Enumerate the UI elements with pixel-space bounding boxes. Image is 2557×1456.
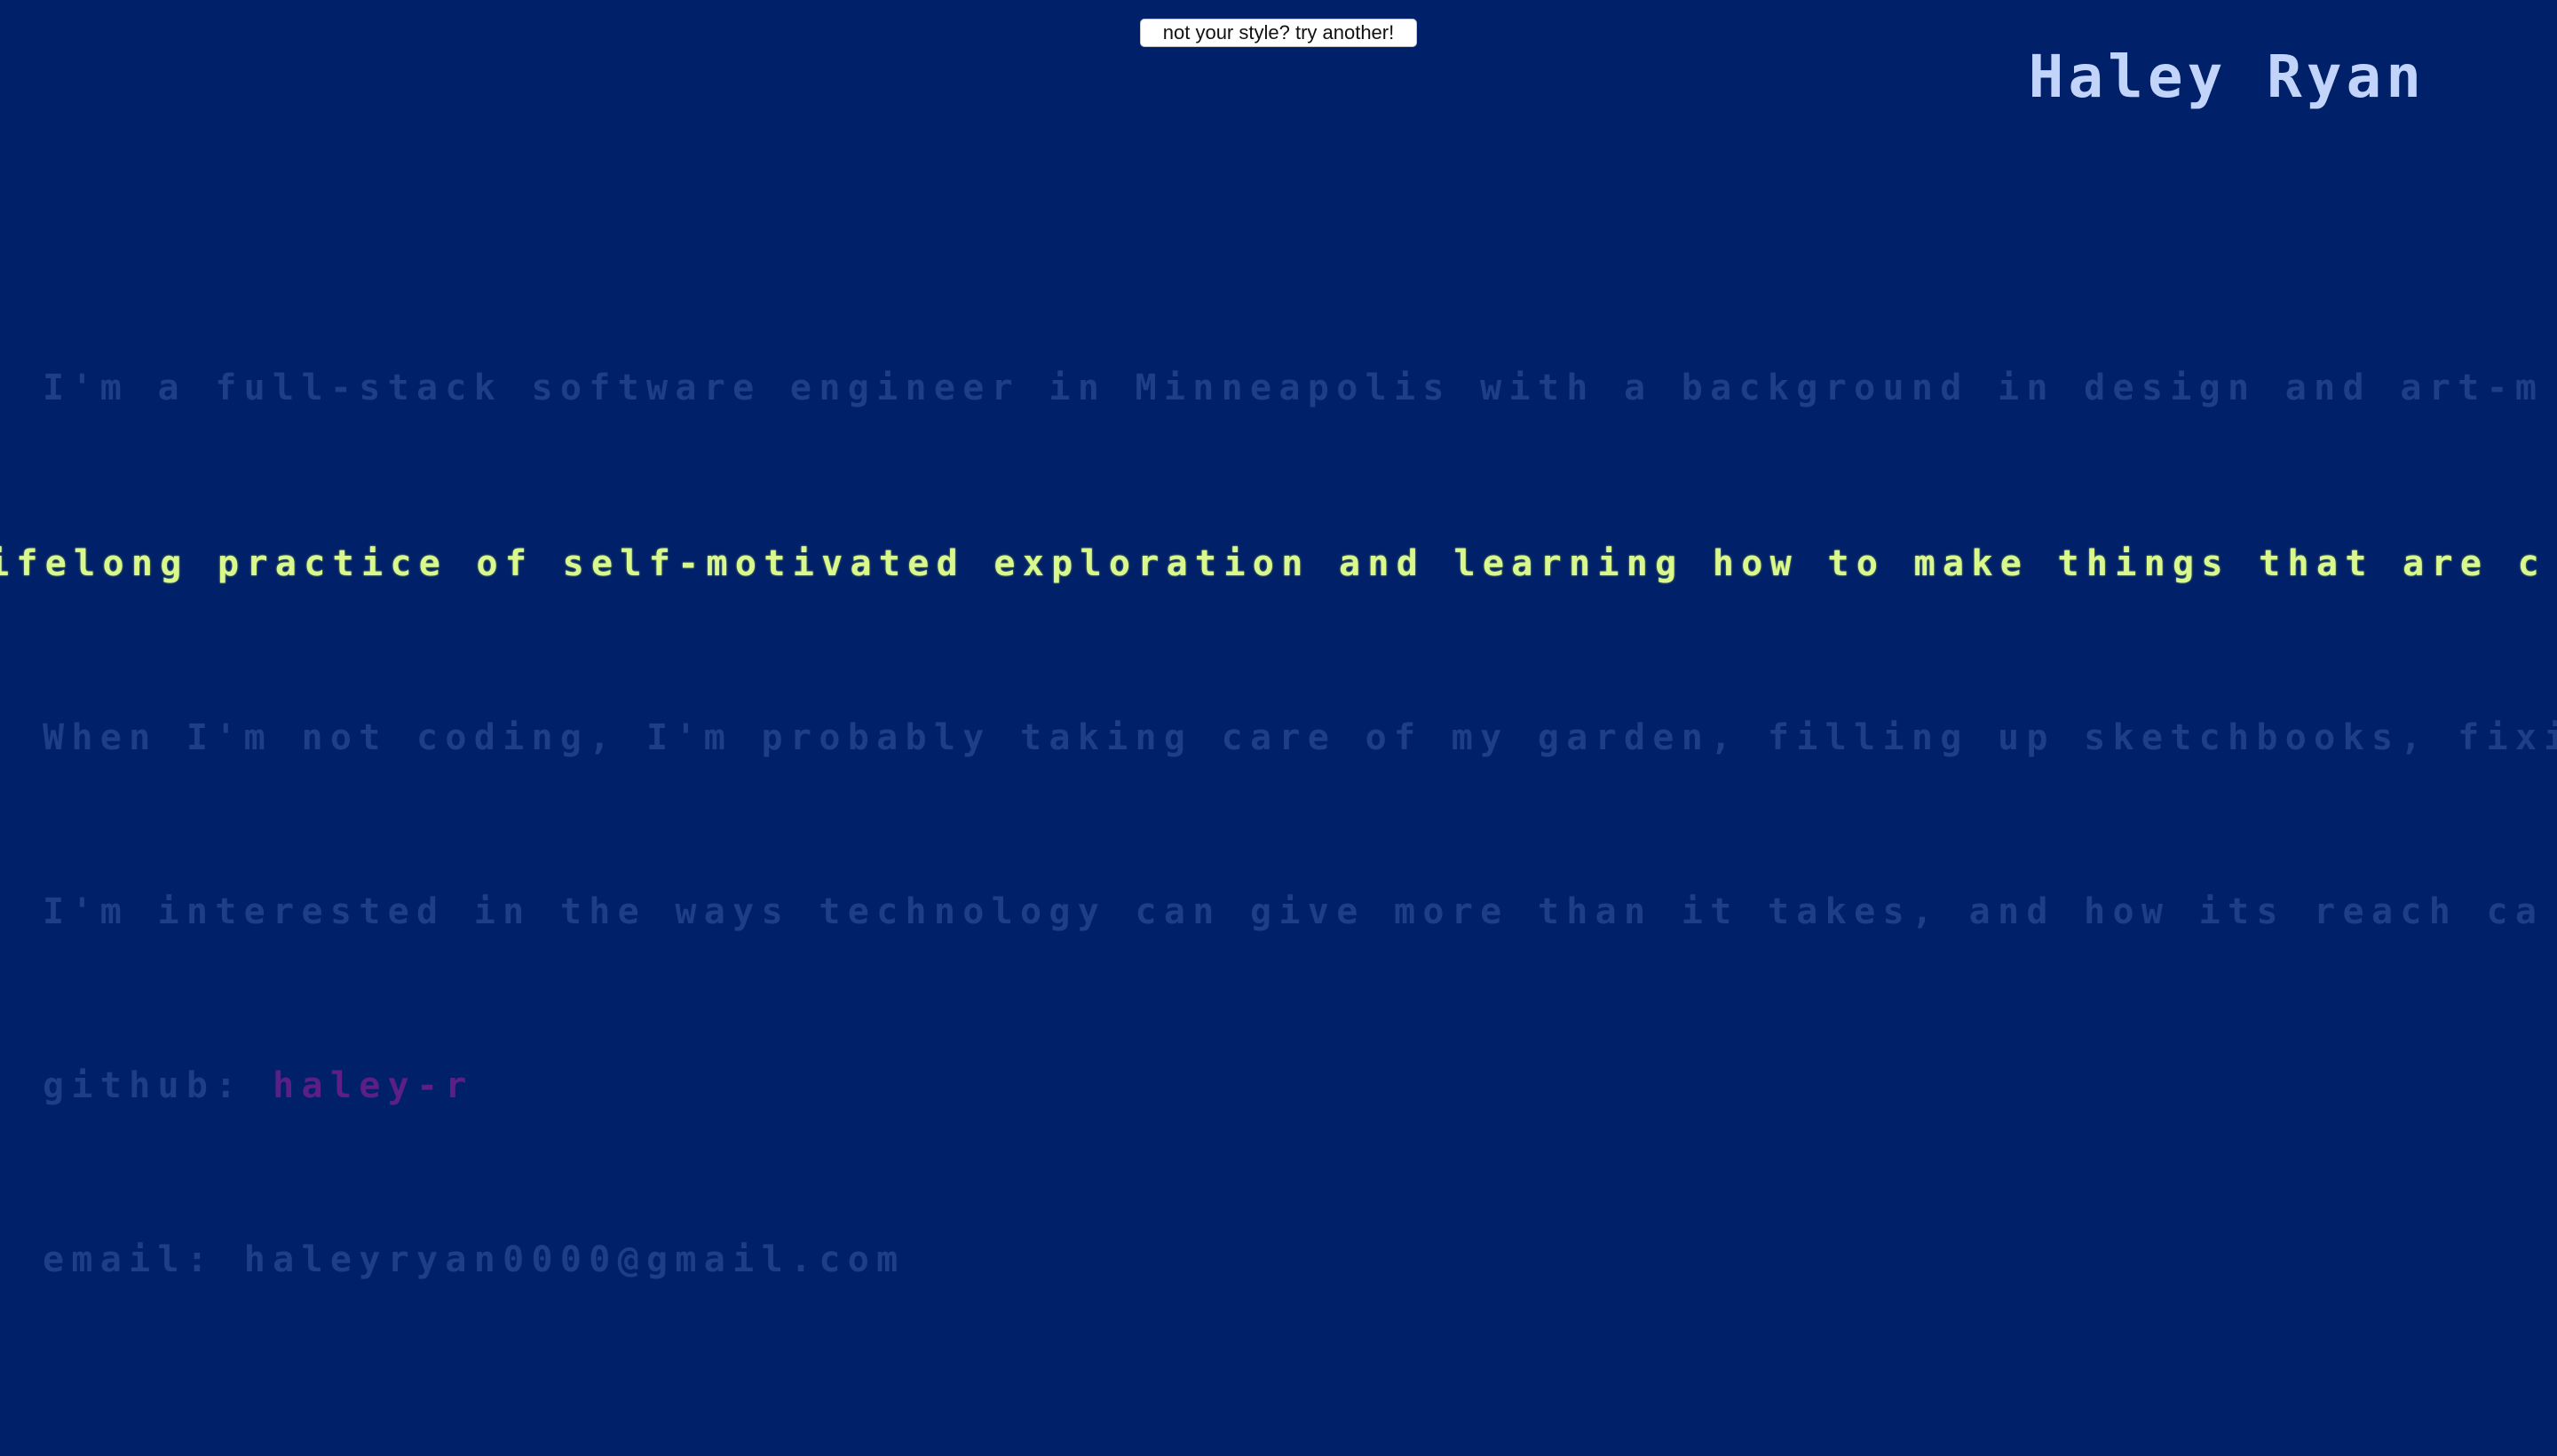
email-label: email: — [43, 1239, 216, 1280]
email-contact: email: haleyryan0000@gmail.com — [43, 1238, 905, 1282]
github-label: github: — [43, 1065, 244, 1106]
site-name-heading: Haley Ryan — [2028, 43, 2426, 111]
try-another-style-button[interactable]: not your style? try another! — [1140, 19, 1417, 47]
bio-line-2-highlighted: ifelong practice of self-motivated explo… — [0, 543, 2546, 584]
github-contact: github: haley-r — [43, 1064, 474, 1108]
bio-line-1: I'm a full-stack software engineer in Mi… — [43, 368, 2545, 408]
email-address: haleyryan0000@gmail.com — [243, 1239, 906, 1280]
bio-line-3: When I'm not coding, I'm probably taking… — [43, 717, 2557, 758]
github-link[interactable]: haley-r — [273, 1065, 474, 1106]
bio-line-4: I'm interested in the ways technology ca… — [43, 891, 2545, 932]
